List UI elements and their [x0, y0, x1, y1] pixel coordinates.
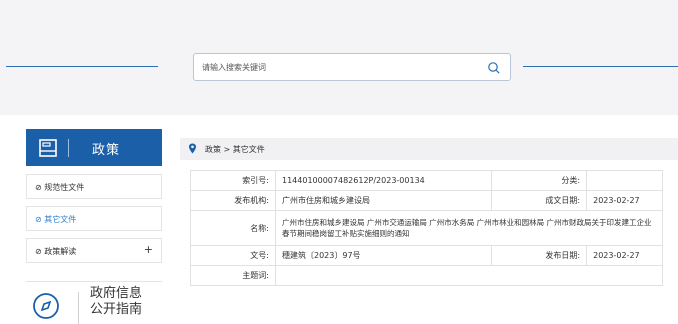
- index-value: 11440100007482612P/2023-00134: [274, 170, 493, 191]
- category-label: 分类:: [491, 170, 588, 191]
- doc-number-label: 文号:: [190, 245, 276, 266]
- table-row: 文号: 穗建筑〔2023〕97号 发布日期: 2023-02-27: [190, 245, 663, 266]
- search-input[interactable]: [202, 59, 472, 75]
- sidebar-item-label: ⊘ 规范性文件: [35, 183, 85, 192]
- sidebar-title: 政策: [92, 143, 121, 158]
- published-date-label: 发布日期:: [491, 245, 588, 266]
- header-divider: [68, 139, 69, 157]
- search-icon[interactable]: [487, 61, 501, 75]
- sidebar-item-label: ⊘ 政策解读: [35, 247, 77, 256]
- header-banner: [0, 0, 678, 115]
- sidebar-item-policy-interpretation[interactable]: ⊘ 政策解读 +: [26, 238, 162, 263]
- index-label: 索引号:: [190, 170, 276, 191]
- gov-info-guide-link[interactable]: 政府信息 公开指南: [26, 281, 162, 324]
- expand-icon[interactable]: +: [144, 243, 153, 256]
- breadcrumb: 政策 > 其它文件: [180, 138, 678, 160]
- published-date-value: 2023-02-27: [586, 245, 663, 266]
- table-row: 发布机构: 广州市住房和城乡建设局 成文日期: 2023-02-27: [190, 190, 663, 211]
- table-row: 主题词:: [190, 265, 663, 286]
- breadcrumb-path[interactable]: 政策 > 其它文件: [205, 144, 265, 155]
- table-row: 索引号: 11440100007482612P/2023-00134 分类:: [190, 170, 663, 191]
- category-value: [586, 170, 663, 191]
- name-value: 广州市住房和城乡建设局 广州市交通运输局 广州市水务局 广州市林业和园林局 广州…: [275, 210, 663, 246]
- created-date-label: 成文日期:: [491, 190, 588, 211]
- compass-icon: [33, 293, 59, 319]
- sidebar-item-other-docs[interactable]: ⊘ 其它文件: [26, 206, 162, 231]
- search-box: [193, 53, 511, 81]
- sidebar: 政策 ⊘ 规范性文件 ⊘ 其它文件 ⊘ 政策解读 + 政府信息 公开指南: [26, 129, 162, 324]
- subject-value: [275, 265, 663, 286]
- sidebar-header: 政策: [26, 129, 162, 166]
- sidebar-item-normative-docs[interactable]: ⊘ 规范性文件: [26, 174, 162, 199]
- doc-number-value: 穗建筑〔2023〕97号: [274, 245, 493, 266]
- created-date-value: 2023-02-27: [586, 190, 663, 211]
- document-icon: [39, 139, 57, 157]
- location-pin-icon: [189, 143, 196, 154]
- sidebar-item-label: ⊘ 其它文件: [35, 215, 77, 224]
- gov-info-divider: [78, 292, 79, 324]
- table-row: 名称: 广州市住房和城乡建设局 广州市交通运输局 广州市水务局 广州市林业和园林…: [190, 210, 663, 246]
- issuer-label: 发布机构:: [190, 190, 276, 211]
- decorative-line-left: [6, 66, 158, 67]
- issuer-value: 广州市住房和城乡建设局: [274, 190, 493, 211]
- decorative-line-right: [523, 66, 678, 67]
- subject-label: 主题词:: [190, 265, 276, 286]
- document-info-table: 索引号: 11440100007482612P/2023-00134 分类: 发…: [190, 170, 663, 286]
- gov-info-title: 政府信息 公开指南: [90, 286, 143, 317]
- name-label: 名称:: [190, 210, 276, 246]
